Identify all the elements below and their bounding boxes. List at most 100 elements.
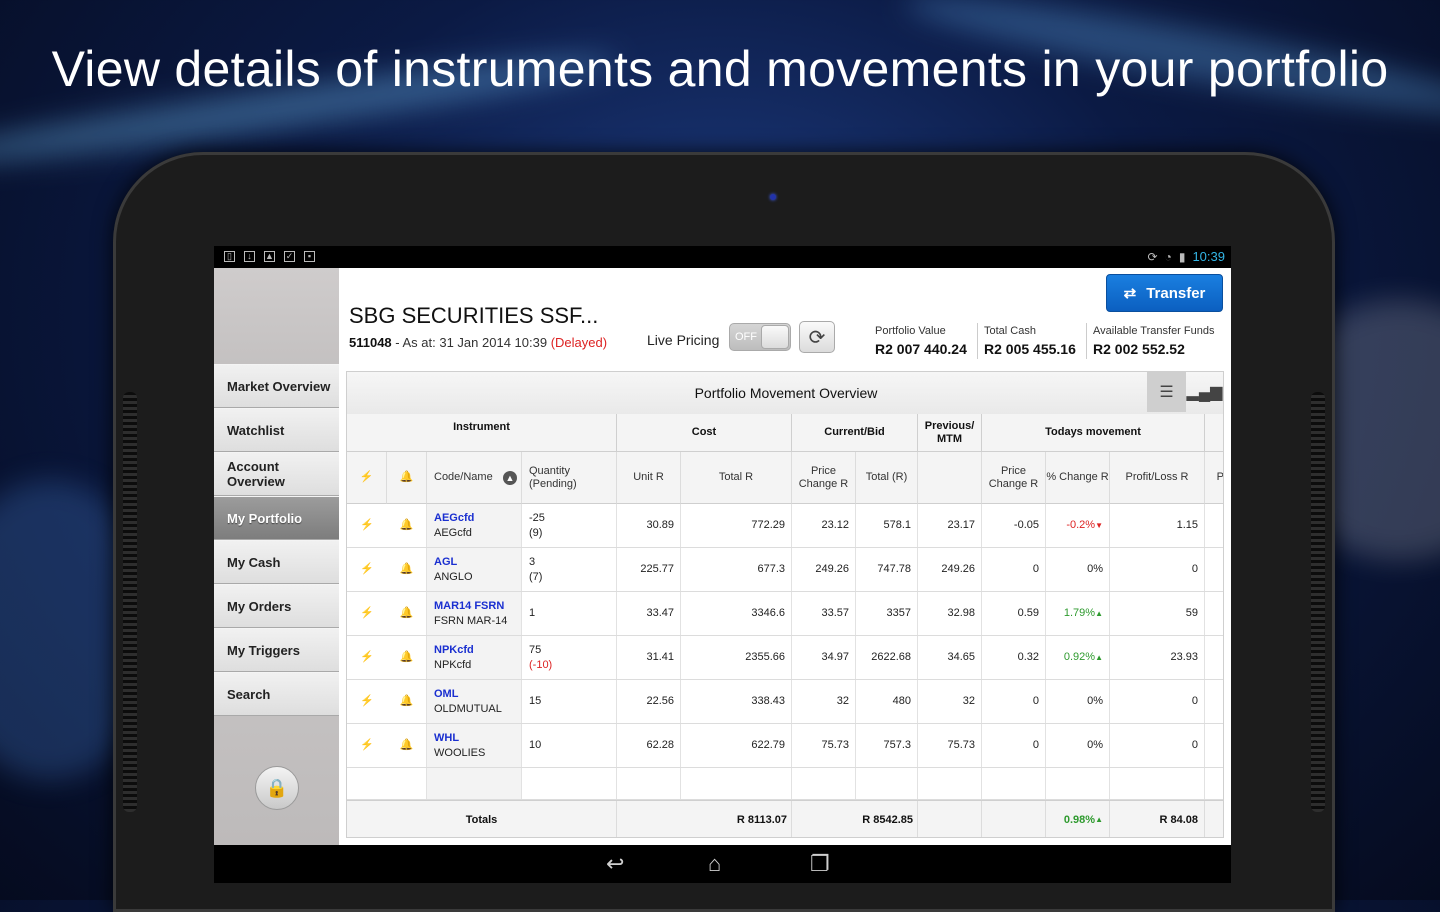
total-cost-cell: 622.79 <box>681 724 792 767</box>
instrument-code[interactable]: AEGcfd <box>434 511 474 526</box>
bar-chart-icon[interactable]: ▂▄▆ <box>1185 372 1223 412</box>
profit-loss-cell: 1.15 <box>1110 504 1205 547</box>
clock: 10:39 <box>1192 249 1225 264</box>
current-price-change-cell: 249.26 <box>792 548 856 591</box>
totals-pct-change: 0.98% ▲ <box>1046 801 1110 837</box>
bell-icon: 🔔 <box>399 519 414 531</box>
totals-row: Totals R 8113.07 R 8542.85 0.98% ▲ R 84.0… <box>347 800 1223 837</box>
code-name-cell[interactable]: WHL WOOLIES <box>427 724 522 767</box>
quantity-cell: 10 <box>522 724 617 767</box>
front-camera <box>770 194 776 200</box>
system-icons: ⟳ ◔ ▮ 10:39 <box>1148 249 1225 264</box>
live-pricing-toggle[interactable]: OFF <box>729 323 791 351</box>
profit-loss-cell: 0 <box>1110 680 1205 723</box>
account-number: 511048 <box>349 335 392 350</box>
profit-loss-cell: 0 <box>1110 548 1205 591</box>
sort-up-icon[interactable]: ▲ <box>503 470 517 485</box>
column-header-unit-r: Unit R <box>617 452 681 504</box>
current-price-change-cell: 75.73 <box>792 724 856 767</box>
table-row[interactable]: ⚡ 🔔 AEGcfd AEGcfd -25 (9) 30.89 772.29 23.12 578.… <box>347 504 1223 548</box>
sidebar-item-my-orders[interactable]: My Orders <box>214 584 339 628</box>
table-row[interactable]: ⚡ 🔔 MAR14 FSRN FSRN MAR-14 1 33.47 3346.6 33.57… <box>347 592 1223 636</box>
toggle-knob <box>761 325 789 349</box>
sidebar-item-my-cash[interactable]: My Cash <box>214 540 339 584</box>
trigger-cell[interactable]: ⚡ <box>347 636 387 679</box>
group-header-cost: Cost <box>617 414 792 452</box>
lock-area: 🔒 <box>214 728 339 845</box>
trigger-cell[interactable]: ⚡ <box>347 680 387 723</box>
sidebar-item-watchlist[interactable]: Watchlist <box>214 408 339 452</box>
code-name-cell[interactable]: NPKcfd NPKcfd <box>427 636 522 679</box>
sidebar: Market Overview Watchlist Account Overvi… <box>214 268 339 845</box>
totals-profit-loss: R 84.08 <box>1110 801 1205 837</box>
sidebar-item-my-triggers[interactable]: My Triggers <box>214 628 339 672</box>
alert-cell[interactable]: 🔔 <box>387 592 427 635</box>
code-name-cell[interactable]: MAR14 FSRN FSRN MAR-14 <box>427 592 522 635</box>
column-header-code-name[interactable]: Code/Name ▲ <box>427 452 522 504</box>
quantity: 1 <box>529 607 536 619</box>
unit-cost-cell: 30.89 <box>617 504 681 547</box>
list-view-icon[interactable]: ☰ <box>1147 372 1185 412</box>
current-total-cell: 2622.68 <box>856 636 918 679</box>
down-arrow-icon: ▼ <box>1095 521 1103 530</box>
quantity: 75 <box>529 643 542 656</box>
sidebar-item-account-overview[interactable]: Account Overview <box>214 452 339 496</box>
alert-cell[interactable]: 🔔 <box>387 548 427 591</box>
recent-apps-icon[interactable]: ❐ <box>810 851 830 877</box>
alert-cell[interactable]: 🔔 <box>387 724 427 767</box>
unit-cost-cell: 31.41 <box>617 636 681 679</box>
code-name-cell[interactable]: OML OLDMUTUAL <box>427 680 522 723</box>
sidebar-item-my-portfolio[interactable]: My Portfolio <box>214 496 339 540</box>
instrument-code[interactable]: MAR14 FSRN <box>434 599 504 614</box>
current-price-change-cell: 32 <box>792 680 856 723</box>
transfer-button[interactable]: ⇄ Transfer <box>1106 274 1223 312</box>
current-total-cell: 578.1 <box>856 504 918 547</box>
today-price-change-cell: 0.59 <box>982 592 1046 635</box>
sidebar-item-search[interactable]: Search <box>214 672 339 716</box>
code-name-cell[interactable]: AEGcfd AEGcfd <box>427 504 522 547</box>
instrument-code[interactable]: OML <box>434 687 458 702</box>
unit-cost-cell: 62.28 <box>617 724 681 767</box>
pct-change-cell: 0% <box>1046 724 1110 767</box>
overflow-cell <box>1205 548 1223 591</box>
column-header-total-paren-r: Total (R) <box>856 452 918 504</box>
trigger-cell[interactable]: ⚡ <box>347 592 387 635</box>
stat-divider <box>977 323 978 359</box>
lock-icon[interactable]: 🔒 <box>255 766 299 810</box>
instrument-code[interactable]: AGL <box>434 555 457 570</box>
alert-cell[interactable]: 🔔 <box>387 680 427 723</box>
bell-icon: 🔔 <box>399 607 414 619</box>
lightning-icon: ⚡ <box>360 651 374 663</box>
available-transfer-stat: Available Transfer Funds R2 002 552.52 <box>1093 325 1215 357</box>
main-panel: SBG SECURITIES SSF... 511048 - As at: 31… <box>339 268 1231 845</box>
unit-cost-cell: 22.56 <box>617 680 681 723</box>
lightning-icon: ⚡ <box>360 739 374 751</box>
app-window: Market Overview Watchlist Account Overvi… <box>214 268 1231 845</box>
instrument-name: FSRN MAR-14 <box>434 614 508 627</box>
column-header-pct-change: % Change R <box>1046 452 1110 504</box>
table-row[interactable]: ⚡ 🔔 AGL ANGLO 3 (7) 225.77 677.3 249.26 747.78 249… <box>347 548 1223 592</box>
delayed-indicator: (Delayed) <box>550 335 608 350</box>
group-header-overflow <box>1205 414 1223 452</box>
trigger-cell[interactable]: ⚡ <box>347 504 387 547</box>
stat-divider <box>1086 323 1087 359</box>
table-row[interactable]: ⚡ 🔔 OML OLDMUTUAL 15 22.56 338.43 32 480 32 0 0% 0 <box>347 680 1223 724</box>
sidebar-item-market-overview[interactable]: Market Overview <box>214 364 339 408</box>
back-icon[interactable]: ↩ <box>606 851 624 877</box>
portfolio-value-stat: Portfolio Value R2 007 440.24 <box>875 325 967 357</box>
instrument-code[interactable]: WHL <box>434 731 459 746</box>
total-cost-cell: 772.29 <box>681 504 792 547</box>
code-name-cell[interactable]: AGL ANGLO <box>427 548 522 591</box>
home-icon[interactable]: ⌂ <box>708 851 721 877</box>
trigger-cell[interactable]: ⚡ <box>347 548 387 591</box>
alert-cell[interactable]: 🔔 <box>387 636 427 679</box>
pct-change-cell: 1.79% ▲ <box>1046 592 1110 635</box>
quantity-cell: 75 (-10) <box>522 636 617 679</box>
alert-cell[interactable]: 🔔 <box>387 504 427 547</box>
table-titlebar: Portfolio Movement Overview ☰ ▂▄▆ <box>347 372 1223 415</box>
instrument-code[interactable]: NPKcfd <box>434 643 474 658</box>
table-row[interactable]: ⚡ 🔔 WHL WOOLIES 10 62.28 622.79 75.73 757.3 75.73… <box>347 724 1223 768</box>
trigger-cell[interactable]: ⚡ <box>347 724 387 767</box>
refresh-icon[interactable]: ⟳ <box>799 321 835 353</box>
table-row[interactable]: ⚡ 🔔 NPKcfd NPKcfd 75 (-10) 31.41 2355.66 34.97 26… <box>347 636 1223 680</box>
